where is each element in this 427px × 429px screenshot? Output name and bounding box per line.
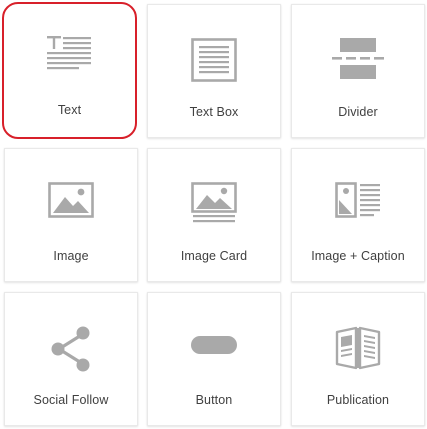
block-label: Image Card (180, 249, 248, 263)
block-tile-publication[interactable]: Publication (291, 292, 425, 426)
block-tile-image[interactable]: Image (4, 148, 138, 282)
block-tile-image-caption[interactable]: Image + Caption (291, 148, 425, 282)
block-tile-divider[interactable]: Divider (291, 4, 425, 138)
block-label: Image (53, 249, 89, 263)
block-tile-text-box[interactable]: Text Box (147, 4, 281, 138)
block-label: Text Box (189, 105, 239, 119)
block-label: Image + Caption (311, 249, 405, 263)
block-label: Text (57, 103, 82, 117)
image-card-icon (148, 149, 280, 239)
divider-icon (292, 5, 424, 95)
image-icon (5, 149, 137, 239)
block-tile-button[interactable]: Button (147, 292, 281, 426)
block-label: Divider (338, 105, 378, 119)
block-tile-social-follow[interactable]: Social Follow (4, 292, 138, 426)
block-tile-image-card[interactable]: Image Card (147, 148, 281, 282)
block-tile-text[interactable]: Text (2, 2, 137, 139)
publication-icon (292, 293, 424, 383)
block-label: Social Follow (33, 393, 109, 407)
share-icon (5, 293, 137, 383)
image-caption-icon (292, 149, 424, 239)
block-label: Button (195, 393, 233, 407)
button-icon (148, 293, 280, 383)
block-label: Publication (326, 393, 390, 407)
text-icon (4, 4, 135, 94)
content-block-grid: Text Text Box Divider Image Image Card I… (0, 0, 427, 429)
text-box-icon (148, 5, 280, 95)
